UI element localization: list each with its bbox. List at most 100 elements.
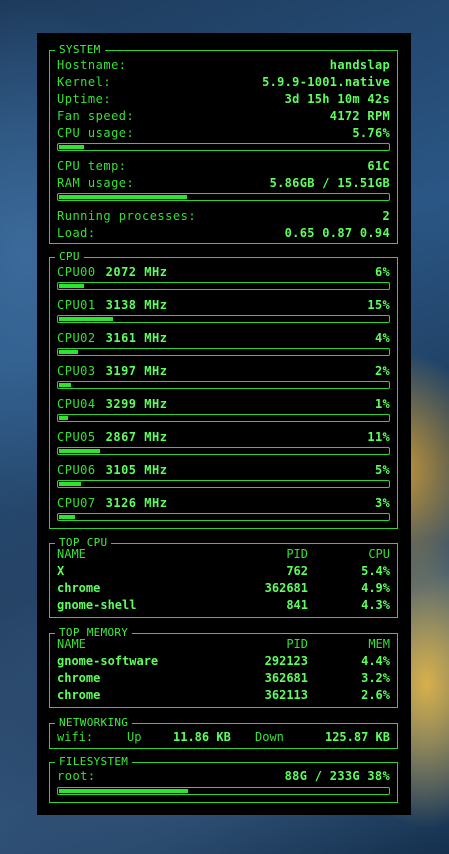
cpu-core-name: CPU00: [57, 265, 96, 279]
cpu-core-bar-fill: [59, 317, 113, 321]
network-iface: wifi:: [57, 730, 94, 744]
cpu-core-name: CPU06: [57, 463, 96, 477]
cpu-core-bar: [57, 480, 390, 488]
table-row: gnome-shell 841 4.3%: [57, 597, 390, 613]
network-down-label: Down: [255, 730, 284, 744]
filesystem-title: FILESYSTEM: [55, 755, 133, 769]
cpu-core-row: CPU00 2072 MHz 6%: [57, 264, 390, 280]
table-cell: 362681: [264, 671, 308, 685]
fan-value: 4172 RPM: [329, 109, 390, 123]
filesystem-usage: 88G / 233G 38%: [284, 769, 390, 783]
cpu-core-usage: 11%: [367, 430, 390, 444]
cpu-core-label: CPU06 3105 MHz: [57, 462, 167, 478]
cpu-core-bar-fill: [59, 482, 81, 486]
table-row: X 762 5.4%: [57, 563, 390, 579]
cpu-core-usage: 5%: [374, 463, 390, 477]
cpu-core-label: CPU02 3161 MHz: [57, 330, 167, 346]
column-header: PID: [286, 637, 308, 651]
cpu-core-usage: 2%: [374, 364, 390, 378]
cpu-usage-value: 5.76%: [352, 126, 390, 140]
cpu-core-row: CPU05 2867 MHz 11%: [57, 429, 390, 445]
cpu-core-name: CPU02: [57, 331, 96, 345]
table-cell: gnome-shell: [57, 598, 137, 612]
cpu-core-bar-fill: [59, 383, 71, 387]
fan-row: Fan speed: 4172 RPM: [57, 108, 390, 124]
cpu-core-bar-fill: [59, 515, 75, 519]
table-row: chrome 362113 2.6%: [57, 687, 390, 703]
network-up-value: 11.86 KB: [173, 730, 231, 744]
cpu-core-label: CPU05 2867 MHz: [57, 429, 167, 445]
cpu-core-freq: 2867 MHz: [105, 430, 168, 444]
cpu-usage-label: CPU usage:: [57, 126, 135, 140]
ram-label: RAM usage:: [57, 176, 135, 190]
cpu-core-row: CPU02 3161 MHz 4%: [57, 330, 390, 346]
cpu-core-freq: 3197 MHz: [105, 364, 168, 378]
cpu-core-label: CPU01 3138 MHz: [57, 297, 167, 313]
cpu-core-bar: [57, 414, 390, 422]
table-cell: 4.4%: [361, 654, 390, 668]
network-down-value: 125.87 KB: [324, 730, 390, 744]
cpu-usage-bar: [57, 143, 390, 151]
cpu-section: CPU CPU00 2072 MHz 6% CPU01 3138 MHz 15% CPU02…: [49, 250, 398, 529]
uptime-row: Uptime: 3d 15h 10m 42s: [57, 91, 390, 107]
hostname-label: Hostname:: [57, 58, 127, 72]
filesystem-bar: [57, 787, 390, 795]
cpu-core-label: CPU03 3197 MHz: [57, 363, 167, 379]
cpu-core-usage: 3%: [374, 496, 390, 510]
cpu-core-name: CPU01: [57, 298, 96, 312]
cpu-core-freq: 3138 MHz: [105, 298, 168, 312]
cpu-core-bar: [57, 447, 390, 455]
column-header: MEM: [368, 637, 390, 651]
cpu-core-usage: 6%: [374, 265, 390, 279]
load-label: Load:: [57, 226, 96, 240]
cpu-temp-row: CPU temp: 61C: [57, 158, 390, 174]
cpu-core-label: CPU00 2072 MHz: [57, 264, 167, 280]
table-cell: chrome: [57, 581, 101, 595]
cpu-title: CPU: [55, 250, 84, 264]
system-title: SYSTEM: [55, 43, 105, 57]
table-cell: 362681: [264, 581, 308, 595]
table-cell: chrome: [57, 688, 101, 702]
table-cell: 362113: [264, 688, 308, 702]
hostname-value: handslap: [329, 58, 390, 72]
cpu-usage-bar-fill: [59, 145, 84, 149]
cpu-core-bar: [57, 282, 390, 290]
table-cell: 292123: [264, 654, 308, 668]
cpu-core-row: CPU04 3299 MHz 1%: [57, 396, 390, 412]
table-cell: gnome-software: [57, 654, 159, 668]
networking-title: NETWORKING: [55, 716, 133, 730]
cpu-core-row: CPU07 3126 MHz 3%: [57, 495, 390, 511]
filesystem-section: FILESYSTEM root: 88G / 233G 38%: [49, 755, 398, 803]
cpu-core-freq: 2072 MHz: [105, 265, 168, 279]
cpu-core-bar-fill: [59, 350, 78, 354]
hostname-row: Hostname: handslap: [57, 57, 390, 73]
table-cell: 3.2%: [361, 671, 390, 685]
uptime-label: Uptime:: [57, 92, 112, 106]
table-header: NAME PID CPU: [57, 546, 390, 562]
cpu-core-usage: 15%: [367, 298, 390, 312]
networking-section: NETWORKING wifi: Up 11.86 KB Down 125.87…: [49, 716, 398, 749]
uptime-value: 3d 15h 10m 42s: [284, 92, 390, 106]
cpu-core-freq: 3161 MHz: [105, 331, 168, 345]
table-cell: 4.9%: [361, 581, 390, 595]
top-cpu-section: TOP CPU NAME PID CPU X 762 5.4% chrome 362681 4.…: [49, 536, 398, 618]
table-cell: 841: [286, 598, 308, 612]
cpu-core-bar: [57, 381, 390, 389]
filesystem-mount: root:: [57, 769, 96, 783]
network-up-label: Up: [127, 730, 142, 744]
kernel-value: 5.9.9-1001.native: [262, 75, 390, 89]
system-section: SYSTEM Hostname: handslap Kernel: 5.9.9-…: [49, 43, 398, 244]
cpu-temp-label: CPU temp:: [57, 159, 127, 173]
ram-row: RAM usage: 5.86GB / 15.51GB: [57, 175, 390, 191]
cpu-core-bar-fill: [59, 416, 68, 420]
cpu-core-freq: 3105 MHz: [105, 463, 168, 477]
fan-label: Fan speed:: [57, 109, 135, 123]
conky-panel: SYSTEM Hostname: handslap Kernel: 5.9.9-…: [37, 33, 411, 815]
table-cell: 4.3%: [361, 598, 390, 612]
table-cell: 2.6%: [361, 688, 390, 702]
kernel-row: Kernel: 5.9.9-1001.native: [57, 74, 390, 90]
cpu-core-bar: [57, 513, 390, 521]
table-cell: X: [57, 564, 65, 578]
table-row: chrome 362681 3.2%: [57, 670, 390, 686]
top-memory-section: TOP MEMORY NAME PID MEM gnome-software 29212…: [49, 626, 398, 708]
